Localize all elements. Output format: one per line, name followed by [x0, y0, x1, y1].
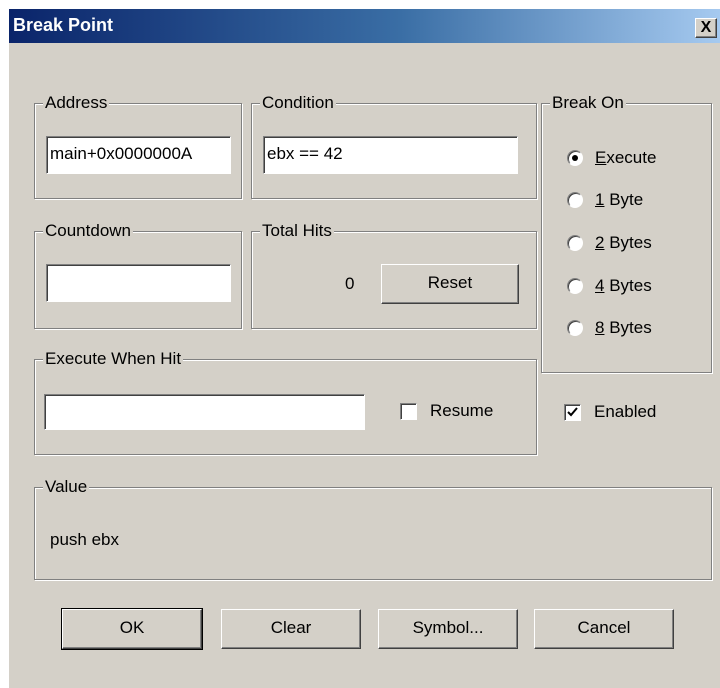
- execute-when-hit-input[interactable]: [44, 394, 365, 430]
- radio-button-4-bytes[interactable]: [567, 278, 583, 294]
- total-hits-count: 0: [345, 274, 355, 293]
- radio-4-bytes[interactable]: 4 Bytes: [567, 275, 697, 297]
- condition-input[interactable]: ebx == 42: [263, 136, 518, 174]
- value-text: push ebx: [50, 530, 119, 549]
- close-button[interactable]: X: [695, 18, 717, 38]
- title-bar[interactable]: Break Point X: [9, 9, 720, 43]
- radio-8-bytes[interactable]: 8 Bytes: [567, 317, 697, 339]
- radio-label-execute: Execute: [595, 148, 657, 167]
- countdown-input[interactable]: [46, 264, 231, 302]
- radio-label-1-byte: 1 Byte: [595, 190, 644, 209]
- radio-label-4-bytes: 4 Bytes: [595, 276, 652, 295]
- close-icon: X: [700, 19, 712, 36]
- condition-group: Condition ebx == 42: [251, 93, 537, 199]
- break-point-dialog: Break Point X Address main+0x0000000A Co…: [8, 8, 720, 688]
- address-legend: Address: [43, 93, 110, 113]
- radio-button-execute[interactable]: [567, 150, 583, 166]
- countdown-group: Countdown: [34, 221, 242, 329]
- radio-button-8-bytes[interactable]: [567, 320, 583, 336]
- radio-label-8-bytes: 8 Bytes: [595, 318, 652, 337]
- execute-when-hit-legend: Execute When Hit: [43, 349, 184, 369]
- execute-when-hit-group: Execute When Hit Resume: [34, 349, 537, 455]
- break-on-group: Break On Execute 1 Byte 2 Bytes 4 Bytes …: [541, 93, 712, 373]
- condition-legend: Condition: [260, 93, 336, 113]
- total-hits-group: Total Hits 0 Reset: [251, 221, 537, 329]
- radio-label-2-bytes: 2 Bytes: [595, 233, 652, 252]
- cancel-button[interactable]: Cancel: [534, 609, 674, 649]
- radio-selected-dot: [572, 155, 578, 161]
- symbol-button[interactable]: Symbol...: [378, 609, 518, 649]
- value-group: Value push ebx: [34, 477, 712, 580]
- resume-checkbox[interactable]: [400, 403, 417, 420]
- enabled-label: Enabled: [594, 402, 657, 421]
- window-title: Break Point: [13, 15, 114, 35]
- clear-button[interactable]: Clear: [221, 609, 361, 649]
- radio-1-byte[interactable]: 1 Byte: [567, 189, 697, 211]
- ok-button[interactable]: OK: [61, 608, 203, 650]
- value-legend: Value: [43, 477, 90, 497]
- radio-2-bytes[interactable]: 2 Bytes: [567, 232, 697, 254]
- address-group: Address main+0x0000000A: [34, 93, 242, 199]
- total-hits-legend: Total Hits: [260, 221, 334, 241]
- reset-button[interactable]: Reset: [381, 264, 519, 304]
- address-input[interactable]: main+0x0000000A: [46, 136, 231, 174]
- enabled-checkbox-row[interactable]: Enabled: [564, 401, 694, 423]
- enabled-checkbox[interactable]: [564, 404, 581, 421]
- radio-execute[interactable]: Execute: [567, 147, 697, 169]
- radio-button-1-byte[interactable]: [567, 192, 583, 208]
- break-on-legend: Break On: [550, 93, 626, 113]
- resume-label: Resume: [430, 401, 494, 420]
- radio-button-2-bytes[interactable]: [567, 235, 583, 251]
- countdown-legend: Countdown: [43, 221, 134, 241]
- checkmark-icon: [567, 407, 578, 417]
- resume-checkbox-row[interactable]: Resume: [400, 400, 530, 422]
